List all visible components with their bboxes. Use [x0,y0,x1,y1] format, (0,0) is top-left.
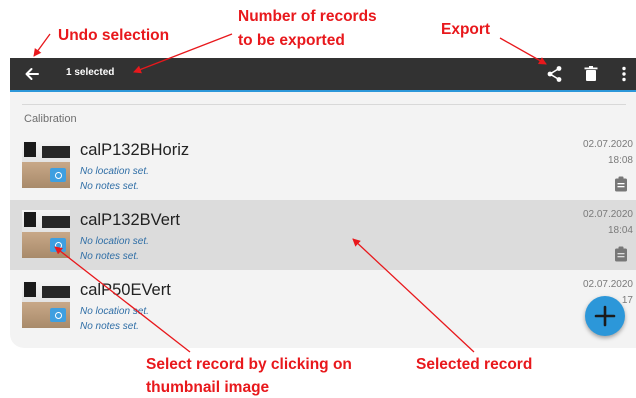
record-thumbnail[interactable] [22,280,70,328]
record-thumbnail[interactable] [22,210,70,258]
selected-count: 1 selected [66,67,115,78]
share-icon[interactable] [545,64,565,84]
app-screen: 1 selected Calibration calP132BHoriz No … [10,58,636,348]
annotation-selected-record: Selected record [416,356,533,373]
camera-icon [50,238,66,252]
list-item-selected[interactable]: calP132BVert No location set. No notes s… [10,200,636,270]
clipboard-icon[interactable] [614,176,628,192]
record-title: calP50EVert [80,281,171,299]
record-date: 02.07.2020 [582,139,633,150]
record-time: 18:04 [607,225,633,236]
toolbar-accent-line [10,90,636,92]
record-thumbnail[interactable] [22,140,70,188]
record-location: No location set. [80,166,149,177]
annotation-records-count-line2: to be exported [238,32,345,49]
list-item[interactable]: calP132BHoriz No location set. No notes … [10,130,636,200]
more-vertical-icon[interactable] [614,64,634,84]
selection-toolbar: 1 selected [10,58,636,90]
record-location: No location set. [80,236,149,247]
record-title: calP132BVert [80,211,180,229]
record-location: No location set. [80,306,149,317]
annotation-select-thumbnail-line2: thumbnail image [146,379,270,396]
camera-icon [50,308,66,322]
add-record-button[interactable] [585,296,625,336]
record-date: 02.07.2020 [582,279,633,290]
record-notes: No notes set. [80,181,139,192]
list-item[interactable]: calP50EVert No location set. No notes se… [10,270,636,340]
arrow-undo-selection [33,33,51,57]
annotation-undo-selection: Undo selection [58,27,170,44]
record-title: calP132BHoriz [80,141,190,159]
annotation-export: Export [441,21,491,38]
section-header: Calibration [24,113,77,125]
clipboard-icon[interactable] [614,246,628,262]
record-date: 02.07.2020 [582,209,633,220]
annotation-records-count-line1: Number of records [238,8,377,25]
arrow-left-icon[interactable] [22,64,42,84]
plus-icon [594,305,616,327]
annotation-select-thumbnail-line1: Select record by clicking on [146,356,352,373]
divider [22,104,626,105]
trash-icon[interactable] [581,64,601,84]
record-time: 18:08 [607,155,633,166]
record-notes: No notes set. [80,251,139,262]
record-notes: No notes set. [80,321,139,332]
camera-icon [50,168,66,182]
